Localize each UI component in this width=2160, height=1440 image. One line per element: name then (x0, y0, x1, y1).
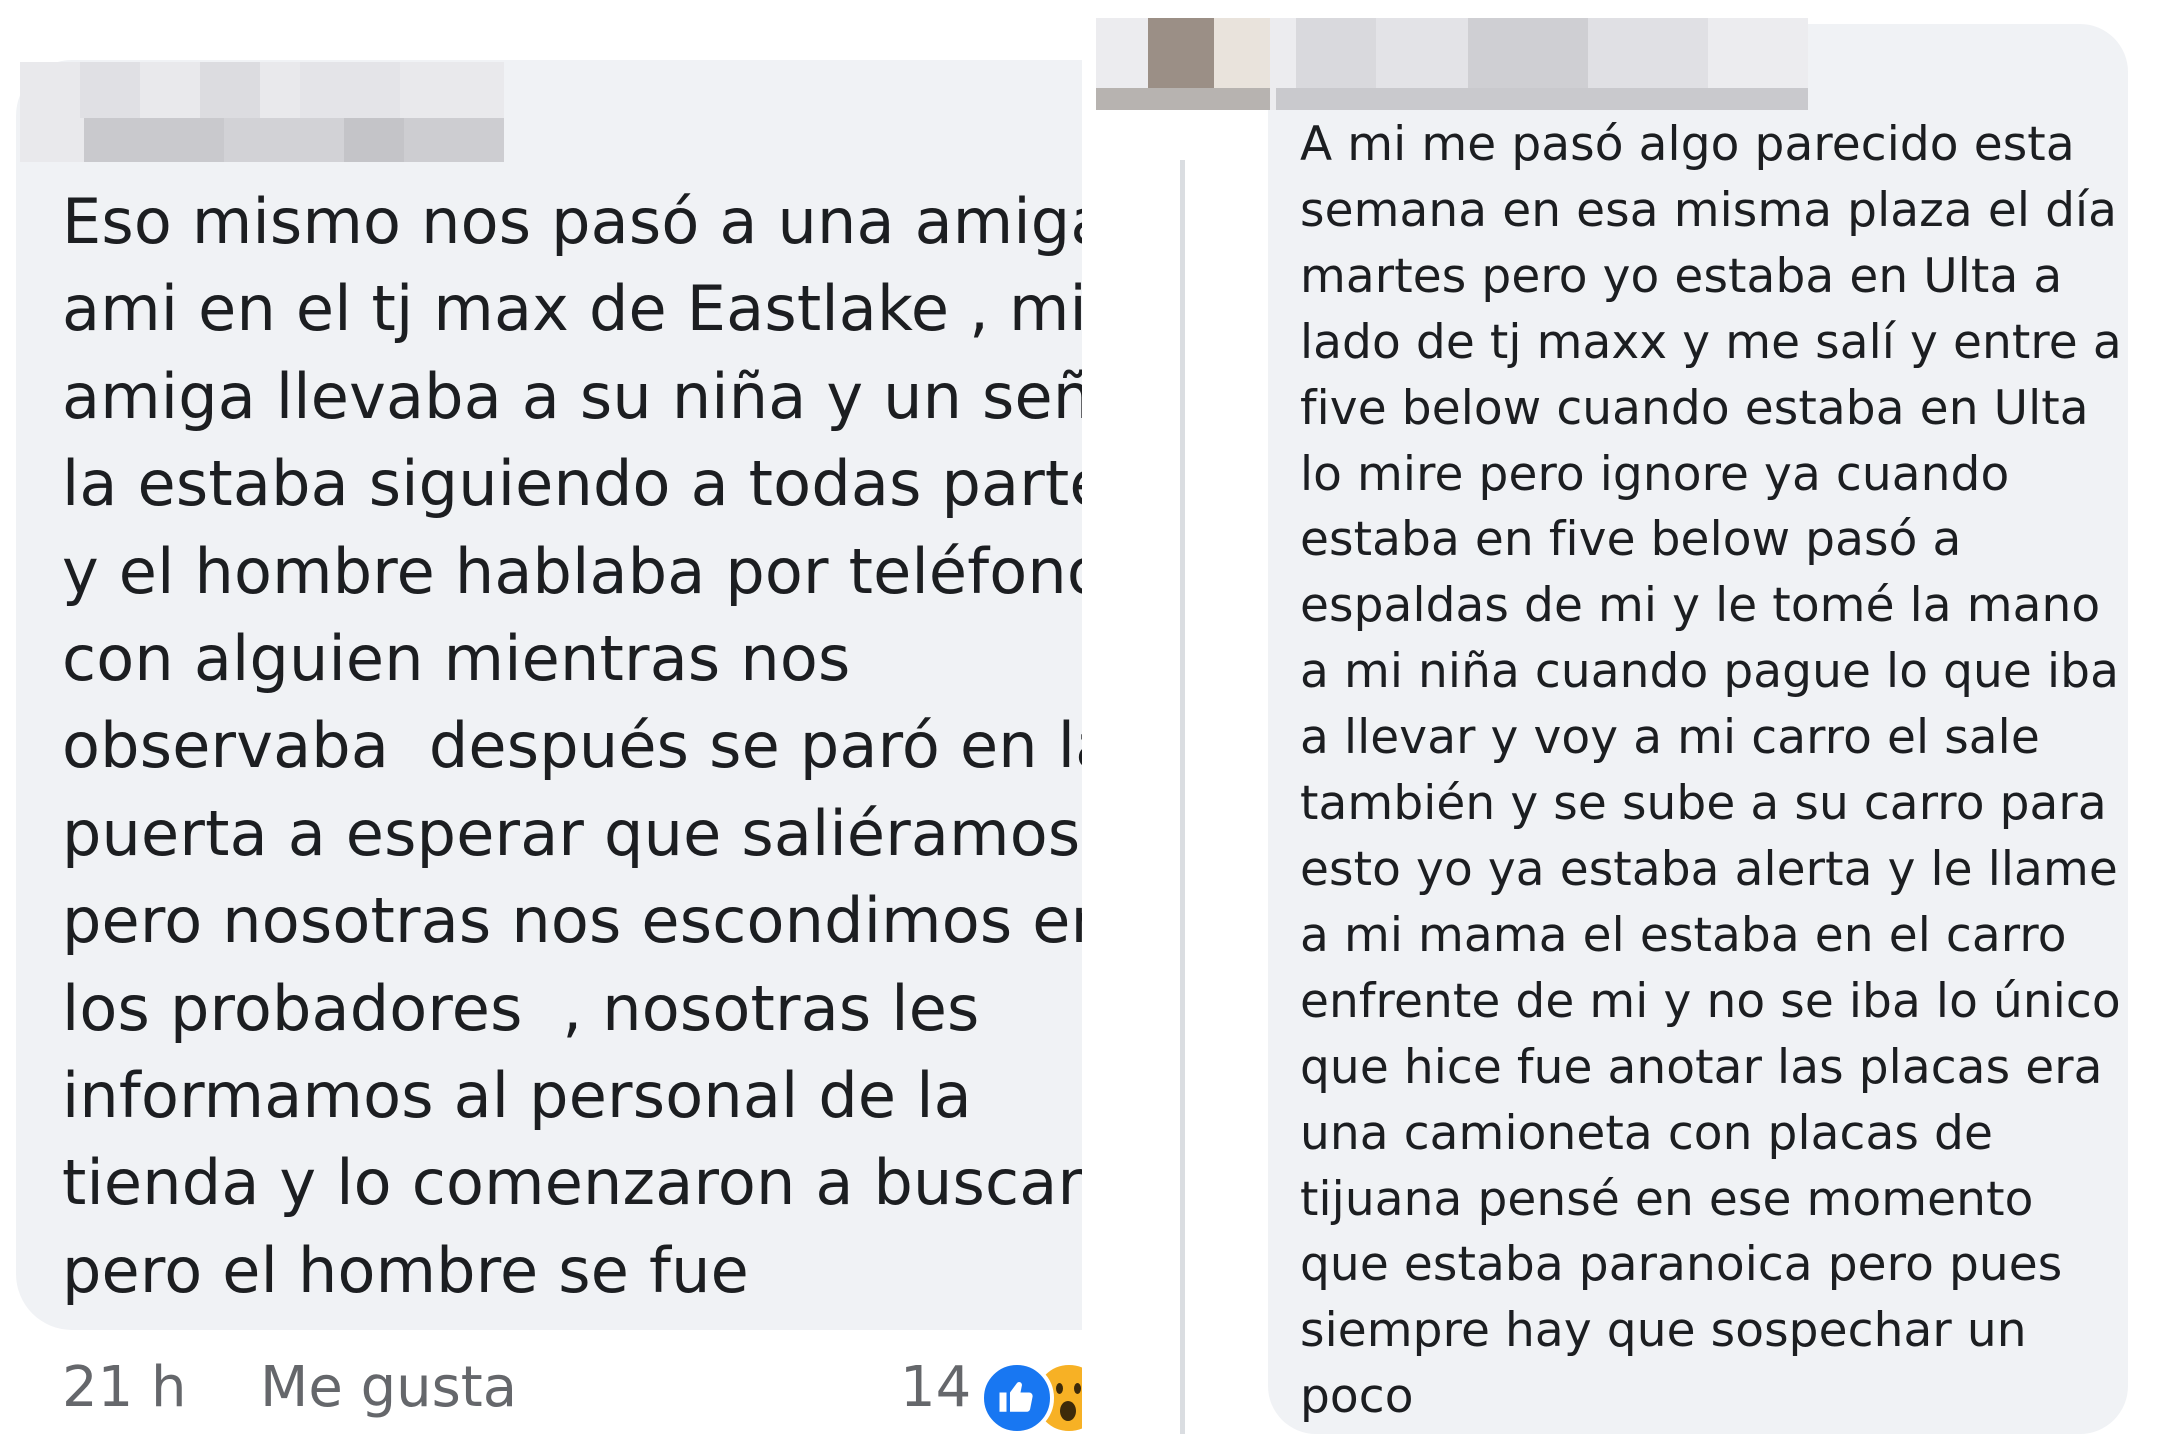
comment-text: Eso mismo nos pasó a una amiga y ami en … (62, 185, 1082, 1307)
left-comment-panel: Eso mismo nos pasó a una amiga y ami en … (0, 0, 1082, 1440)
timestamp[interactable]: 21 h (62, 1355, 187, 1420)
author-name-blurred[interactable] (20, 62, 504, 162)
reaction-count[interactable]: 14 (900, 1355, 971, 1420)
like-link[interactable]: Me gusta (260, 1355, 517, 1420)
like-icon[interactable] (980, 1361, 1054, 1435)
comment-text: A mi me pasó algo parecido esta semana e… (1300, 117, 2122, 1425)
right-comment-panel: A mi me pasó algo parecido esta semana e… (1088, 0, 2160, 1440)
author-name-blurred[interactable] (1096, 18, 1808, 110)
thread-line (1180, 160, 1185, 1434)
